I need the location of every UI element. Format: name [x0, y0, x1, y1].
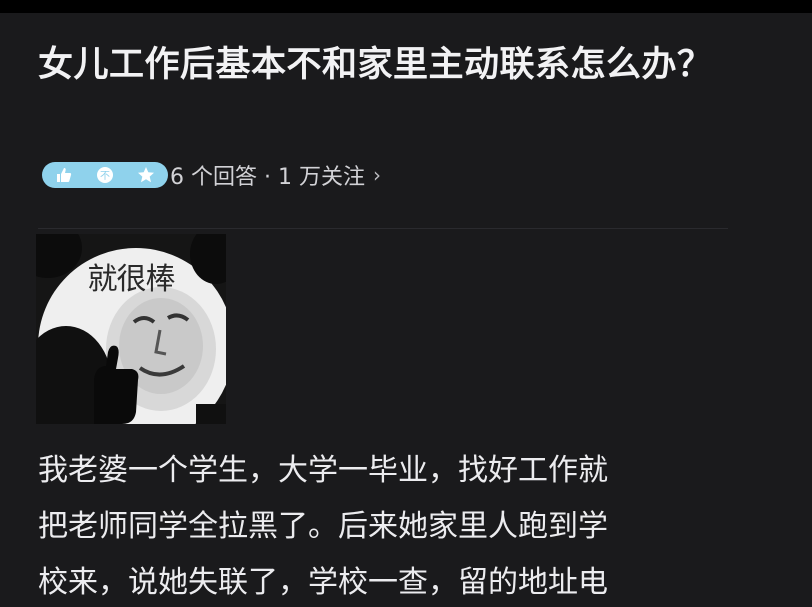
meme-image[interactable]: 就很棒 [36, 234, 226, 424]
chevron-right-icon[interactable]: › [373, 163, 381, 187]
answer-line: 我老婆一个学生，大学一毕业，找好工作就 [38, 453, 608, 488]
answers-follows-count[interactable]: 6 个回答 · 1 万关注 [170, 159, 365, 191]
reaction-badges[interactable]: 不 [42, 162, 168, 188]
meme-caption: 就很棒 [87, 262, 176, 297]
answer-line: 把老师同学全拉黑了。后来她家里人跑到学 [38, 509, 608, 544]
star-icon[interactable] [135, 164, 157, 186]
divider [38, 228, 728, 229]
answer-excerpt[interactable]: 我老婆一个学生，大学一毕业，找好工作就 把老师同学全拉黑了。后来她家里人跑到学 … [38, 443, 698, 607]
question-meta[interactable]: 不 6 个回答 · 1 万关注 › [42, 160, 381, 190]
thumbs-up-icon[interactable] [53, 164, 75, 186]
question-title[interactable]: 女儿工作后基本不和家里主动联系怎么办？ [38, 36, 718, 94]
not-icon[interactable]: 不 [94, 164, 116, 186]
svg-text:不: 不 [100, 171, 110, 182]
answer-line: 校来，说她失联了，学校一查，留的地址电 [38, 565, 608, 600]
status-bar [0, 0, 812, 13]
